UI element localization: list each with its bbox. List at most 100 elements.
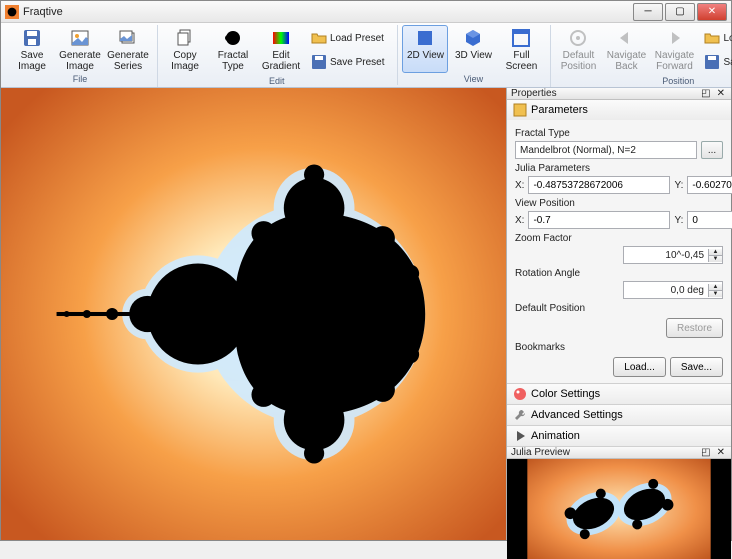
generate-series-button[interactable]: GenerateSeries (105, 25, 151, 73)
folder-open-icon (311, 30, 327, 46)
generate-series-label: GenerateSeries (107, 50, 149, 72)
arrow-right-icon (664, 28, 684, 48)
rotation-label: Rotation Angle (515, 268, 723, 279)
navigate-back-button[interactable]: NavigateBack (603, 25, 649, 73)
julia-undock-button[interactable]: ◰ (699, 447, 712, 458)
maximize-button[interactable]: ▢ (665, 3, 695, 21)
load-bookmark-panel-button[interactable]: Load... (613, 357, 666, 377)
view-3d-icon (463, 28, 483, 48)
load-bookmark-label: Load Bookmark (723, 33, 732, 44)
zoom-spinner[interactable]: 10^-0,45 ▲▼ (623, 246, 723, 264)
parameters-header[interactable]: Parameters (507, 100, 731, 120)
view-position-label: View Position (515, 198, 723, 209)
group-label-file: File (73, 74, 88, 84)
save-icon (22, 28, 42, 48)
properties-title: Properties (511, 88, 557, 99)
arrow-left-icon (616, 28, 636, 48)
full-screen-button[interactable]: FullScreen (498, 25, 544, 73)
default-position-label: Default Position (515, 303, 723, 314)
series-icon (118, 28, 138, 48)
julia-close-button[interactable]: ✕ (715, 447, 727, 458)
group-label-position: Position (662, 76, 694, 86)
generate-image-button[interactable]: GenerateImage (57, 25, 103, 73)
julia-params-label: Julia Parameters (515, 163, 723, 174)
properties-undock-button[interactable]: ◰ (699, 88, 712, 99)
zoom-down-button[interactable]: ▼ (708, 255, 722, 262)
rotation-down-button[interactable]: ▼ (708, 290, 722, 297)
section-color-settings: Color Settings (507, 384, 731, 405)
app-icon (5, 5, 19, 19)
full-screen-label: FullScreen (506, 50, 538, 72)
animation-header[interactable]: Animation (507, 426, 731, 446)
view-y-input[interactable] (687, 211, 732, 229)
play-icon (513, 429, 527, 443)
properties-close-button[interactable]: ✕ (715, 88, 727, 99)
bookmarks-label: Bookmarks (515, 342, 723, 353)
zoom-value: 10^-0,45 (624, 250, 708, 261)
toolbar-group-edit: CopyImage FractalType EditGradient Load … (157, 25, 395, 87)
save-image-label: SaveImage (18, 50, 46, 72)
rotation-spinner[interactable]: 0,0 deg ▲▼ (623, 281, 723, 299)
gradient-icon (271, 28, 291, 48)
fractal-canvas[interactable] (1, 88, 506, 540)
view-2d-icon (415, 28, 435, 48)
restore-button[interactable]: Restore (666, 318, 723, 338)
view-2d-label: 2D View (407, 50, 444, 61)
julia-x-input[interactable] (528, 176, 670, 194)
minimize-button[interactable]: ─ (633, 3, 663, 21)
toolbar: SaveImage GenerateImage GenerateSeries F… (1, 23, 731, 88)
default-position-button[interactable]: DefaultPosition (555, 25, 601, 73)
bookmark-open-icon (704, 30, 720, 46)
save-bookmark-button[interactable]: Save Bookmark (699, 51, 732, 73)
image-icon (70, 28, 90, 48)
properties-header: Properties ◰ ✕ (507, 88, 731, 100)
save-bookmark-label: Save Bookmark (723, 57, 732, 68)
copy-image-label: CopyImage (171, 50, 199, 72)
advanced-settings-header[interactable]: Advanced Settings (507, 405, 731, 425)
rotation-value: 0,0 deg (624, 285, 708, 296)
navigate-forward-button[interactable]: NavigateForward (651, 25, 697, 73)
section-animation: Animation (507, 426, 731, 447)
edit-gradient-button[interactable]: EditGradient (258, 25, 304, 73)
copy-image-button[interactable]: CopyImage (162, 25, 208, 73)
julia-preview-title: Julia Preview (511, 447, 570, 458)
copy-icon (175, 28, 195, 48)
bookmark-save-icon (704, 54, 720, 70)
julia-preview-header: Julia Preview ◰ ✕ (507, 447, 731, 459)
parameters-icon (513, 103, 527, 117)
close-button[interactable]: ✕ (697, 3, 727, 21)
section-parameters: Parameters Fractal Type Mandelbrot (Norm… (507, 100, 731, 384)
fractal-type-button[interactable]: FractalType (210, 25, 256, 73)
navigate-back-label: NavigateBack (607, 50, 646, 72)
save-preset-button[interactable]: Save Preset (306, 51, 391, 73)
julia-y-input[interactable] (687, 176, 732, 194)
view-y-label: Y: (674, 215, 683, 226)
load-preset-label: Load Preset (330, 33, 384, 44)
navigate-forward-label: NavigateForward (655, 50, 694, 72)
view-x-input[interactable] (528, 211, 670, 229)
group-label-edit: Edit (269, 76, 285, 86)
color-settings-header[interactable]: Color Settings (507, 384, 731, 404)
view-3d-label: 3D View (455, 50, 492, 61)
view-2d-button[interactable]: 2D View (402, 25, 448, 73)
julia-preview-canvas[interactable] (507, 459, 731, 559)
parameters-title: Parameters (531, 104, 588, 116)
save-bookmark-panel-button[interactable]: Save... (670, 357, 723, 377)
fractal-type-browse-button[interactable]: ... (701, 141, 723, 159)
advanced-settings-title: Advanced Settings (531, 409, 623, 421)
side-panel: Properties ◰ ✕ Parameters Fractal Type M… (506, 88, 731, 540)
view-3d-button[interactable]: 3D View (450, 25, 496, 73)
window-controls: ─ ▢ ✕ (631, 3, 727, 21)
main-area: Properties ◰ ✕ Parameters Fractal Type M… (1, 88, 731, 540)
fullscreen-icon (511, 28, 531, 48)
save-image-button[interactable]: SaveImage (9, 25, 55, 73)
load-bookmark-button[interactable]: Load Bookmark (699, 27, 732, 49)
fractal-type-value: Mandelbrot (Normal), N=2 (515, 141, 697, 159)
toolbar-group-file: SaveImage GenerateImage GenerateSeries F… (5, 25, 155, 85)
generate-image-label: GenerateImage (59, 50, 101, 72)
section-advanced-settings: Advanced Settings (507, 405, 731, 426)
load-preset-button[interactable]: Load Preset (306, 27, 391, 49)
title-bar: Fraqtive ─ ▢ ✕ (1, 1, 731, 23)
wrench-icon (513, 408, 527, 422)
home-icon (568, 28, 588, 48)
